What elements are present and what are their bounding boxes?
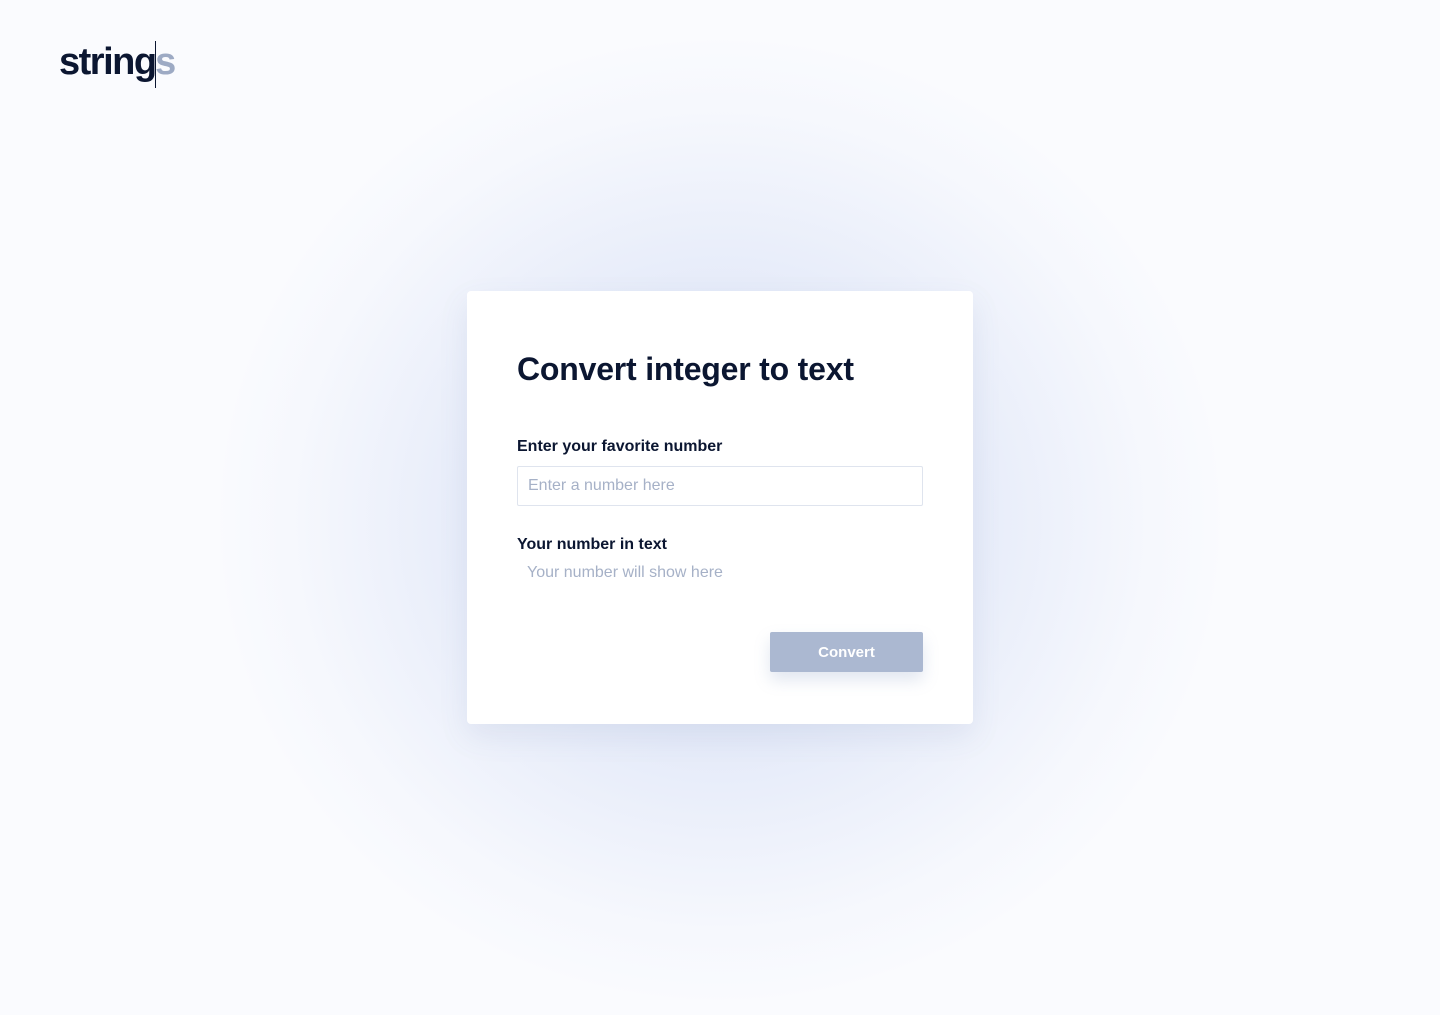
result-label: Your number in text: [517, 536, 667, 553]
converter-card: Convert integer to text Enter your favor…: [467, 291, 973, 724]
logo-main-text: string: [59, 41, 157, 83]
result-output: Your number will show here: [527, 564, 723, 581]
number-field-label: Enter your favorite number: [517, 438, 723, 455]
number-input[interactable]: [517, 466, 923, 506]
page-title: Convert integer to text: [517, 351, 854, 387]
logo-cursor-bar: [154, 40, 157, 88]
convert-button[interactable]: Convert: [770, 632, 923, 672]
strings-logo[interactable]: string s: [59, 37, 176, 88]
logo-tail-text: s: [155, 41, 176, 83]
